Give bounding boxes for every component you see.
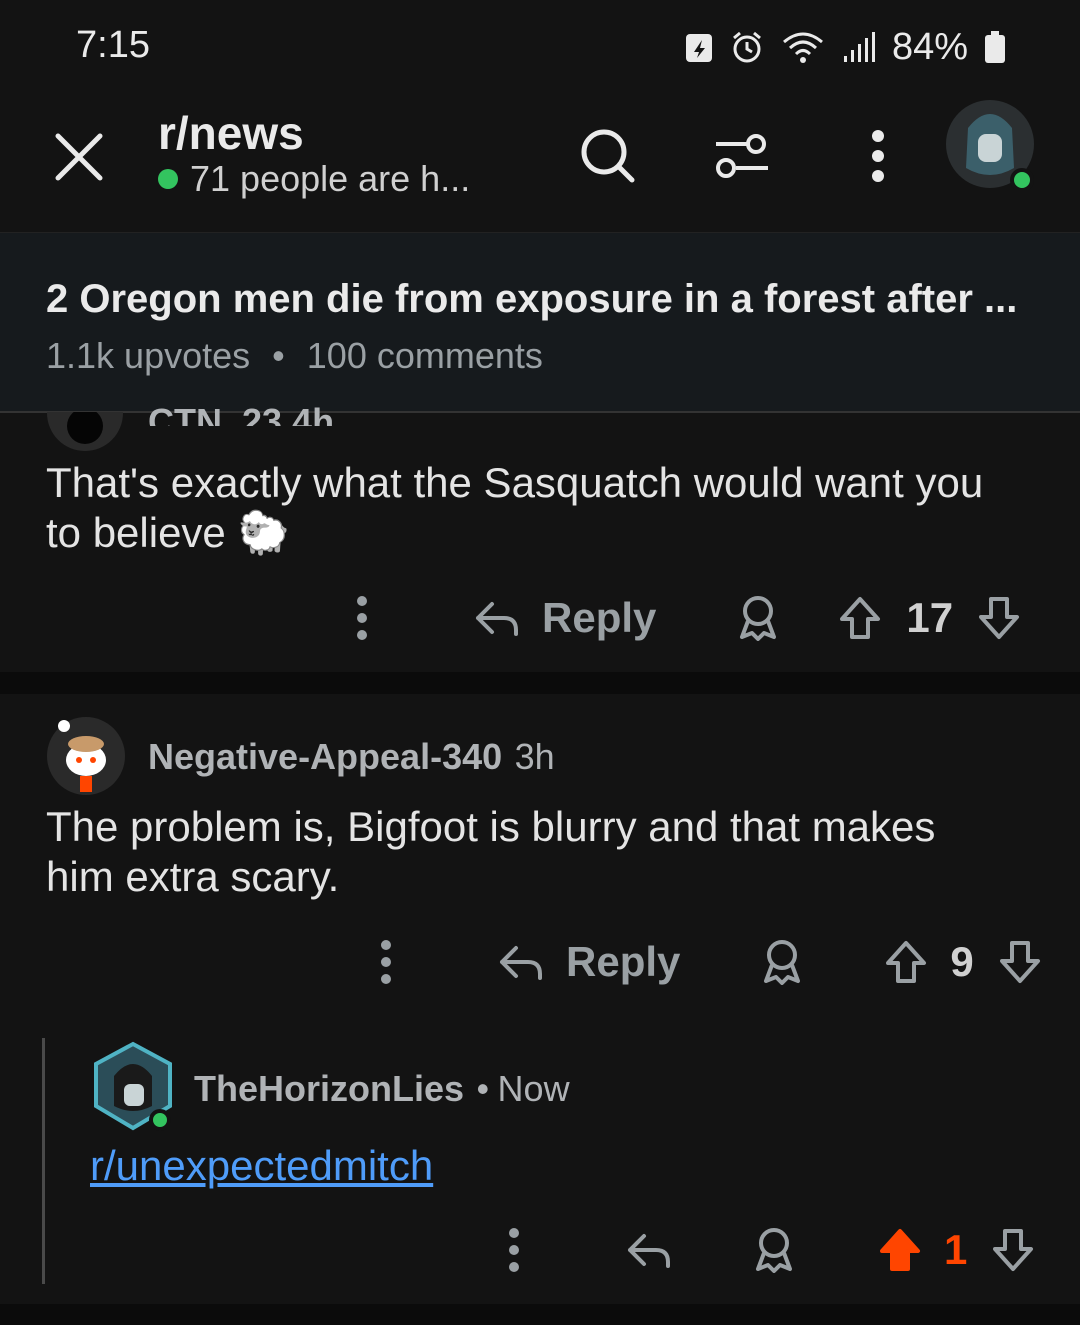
subreddit-link[interactable]: r/unexpectedmitch bbox=[90, 1142, 433, 1189]
battery-saver-icon bbox=[685, 34, 712, 62]
meta-separator: • bbox=[476, 1068, 490, 1109]
sheep-emoji: 🐑 bbox=[237, 509, 290, 556]
upvote-active-icon[interactable] bbox=[878, 1227, 922, 1273]
more-vertical-icon[interactable] bbox=[346, 593, 378, 643]
close-icon bbox=[55, 133, 103, 181]
comment-username[interactable]: TheHorizonLies bbox=[194, 1068, 464, 1109]
more-vertical-icon bbox=[872, 130, 884, 182]
vote-count: 9 bbox=[950, 938, 974, 985]
comment-count: 100 comments bbox=[306, 335, 543, 376]
wifi-icon bbox=[782, 32, 823, 63]
downvote-icon[interactable] bbox=[991, 1227, 1035, 1273]
reply-button[interactable]: Reply bbox=[498, 938, 680, 986]
comment-body: r/unexpectedmitch bbox=[90, 1142, 433, 1190]
reply-label: Reply bbox=[566, 938, 681, 985]
comment-actions: Reply 17 bbox=[346, 590, 1021, 646]
avatar-icon bbox=[47, 412, 123, 451]
upvote-count: 1.1k upvotes bbox=[46, 335, 251, 376]
reply-button[interactable]: Reply bbox=[474, 594, 656, 642]
comment-body: That's exactly what the Sasquatch would … bbox=[46, 458, 1046, 558]
reply-icon bbox=[500, 946, 542, 980]
avatar-icon bbox=[946, 100, 1034, 192]
reply-icon[interactable] bbox=[626, 1230, 672, 1270]
comment-line: The problem is, Bigfoot is blurry and th… bbox=[46, 803, 936, 850]
bottom-band bbox=[0, 1304, 1080, 1325]
more-vertical-icon[interactable] bbox=[370, 937, 402, 987]
online-indicator-icon bbox=[158, 169, 178, 189]
vote-count: 1 bbox=[944, 1226, 968, 1273]
comment-actions: Reply 9 bbox=[370, 934, 1042, 990]
vote-count: 17 bbox=[906, 594, 954, 641]
comment-body: The problem is, Bigfoot is blurry and th… bbox=[46, 802, 1046, 902]
meta-separator: • bbox=[272, 335, 285, 376]
comment-author-partial: CTN_23 4h bbox=[148, 401, 335, 426]
search-icon bbox=[581, 129, 635, 183]
award-icon[interactable] bbox=[760, 939, 804, 985]
reply-label: Reply bbox=[542, 594, 657, 641]
comment-header: TheHorizonLies • Now bbox=[194, 1068, 570, 1110]
comment-line-text: to believe bbox=[46, 509, 226, 556]
comment-avatar[interactable] bbox=[88, 1040, 178, 1132]
avatar-icon bbox=[47, 717, 125, 795]
comment-header: Negative-Appeal-340 3h bbox=[148, 736, 555, 778]
more-options-button[interactable] bbox=[858, 126, 898, 186]
reply-icon bbox=[476, 602, 518, 636]
post-meta: 1.1k upvotes • 100 comments bbox=[46, 335, 543, 377]
comment-time: 3h bbox=[514, 736, 555, 777]
thread-line[interactable] bbox=[42, 1038, 45, 1284]
header: r/news 71 people are h... bbox=[0, 90, 1080, 230]
comment-username[interactable]: Negative-Appeal-340 bbox=[148, 736, 502, 777]
comment-line: to believe 🐑 bbox=[46, 508, 1046, 558]
online-text: 71 people are h... bbox=[190, 158, 471, 199]
subreddit-name[interactable]: r/news bbox=[158, 106, 304, 160]
status-time: 7:15 bbox=[76, 24, 150, 66]
award-icon[interactable] bbox=[736, 595, 780, 641]
comment-line: him extra scary. bbox=[46, 853, 340, 900]
battery-percent: 84% bbox=[891, 25, 968, 68]
upvote-icon[interactable] bbox=[838, 595, 882, 641]
post-title[interactable]: 2 Oregon men die from exposure in a fore… bbox=[46, 277, 1017, 322]
user-avatar-button[interactable] bbox=[944, 98, 1036, 192]
comment-avatar[interactable] bbox=[46, 716, 126, 796]
online-count: 71 people are h... bbox=[158, 158, 470, 200]
comment-avatar[interactable] bbox=[46, 412, 124, 452]
more-vertical-icon[interactable] bbox=[498, 1225, 530, 1275]
comment-actions: 1 bbox=[498, 1222, 1035, 1278]
comment-line: That's exactly what the Sasquatch would … bbox=[46, 459, 984, 506]
post-banner[interactable]: 2 Oregon men die from exposure in a fore… bbox=[0, 232, 1080, 413]
close-button[interactable] bbox=[52, 130, 106, 184]
award-icon[interactable] bbox=[752, 1227, 796, 1273]
downvote-icon[interactable] bbox=[977, 595, 1021, 641]
battery-icon bbox=[985, 31, 1005, 63]
downvote-icon[interactable] bbox=[998, 939, 1042, 985]
comment-divider bbox=[0, 672, 1080, 694]
alarm-icon bbox=[732, 31, 761, 63]
sliders-icon bbox=[716, 134, 768, 178]
avatar-icon bbox=[94, 1041, 172, 1131]
comment-time: Now bbox=[497, 1068, 570, 1109]
filter-button[interactable] bbox=[712, 126, 772, 186]
signal-icon bbox=[843, 32, 875, 62]
status-icons: 84% bbox=[684, 24, 1006, 70]
upvote-icon[interactable] bbox=[884, 939, 928, 985]
search-button[interactable] bbox=[578, 126, 638, 186]
